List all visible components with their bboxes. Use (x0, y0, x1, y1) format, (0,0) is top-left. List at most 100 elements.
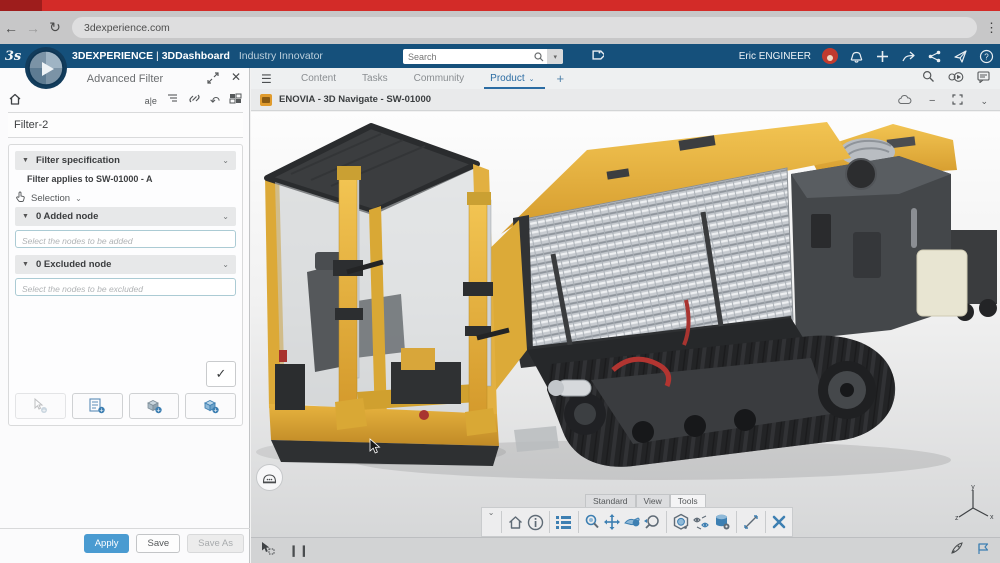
chevron-down-icon: ⌄ (75, 194, 82, 203)
3dcompass-icon[interactable] (24, 46, 68, 90)
data-settings-icon[interactable] (713, 510, 731, 534)
expand-panel-icon[interactable] (207, 71, 219, 89)
viewer-tab-standard[interactable]: Standard (585, 494, 636, 507)
user-avatar[interactable] (822, 48, 838, 64)
layout-grid-icon[interactable] (229, 92, 242, 110)
search-scope-dropdown-icon[interactable]: ▾ (547, 49, 563, 64)
svg-text:+: + (213, 407, 217, 414)
home-icon[interactable] (8, 92, 22, 111)
svg-text:+: + (100, 407, 104, 414)
apply-button[interactable]: Apply (84, 534, 130, 553)
validate-filter-button[interactable]: ✓ (206, 361, 236, 387)
3d-viewport[interactable]: Standard View Tools ⌄ (251, 112, 1000, 537)
viewer-tab-view[interactable]: View (636, 494, 670, 507)
search-input[interactable] (403, 52, 530, 62)
chat-icon[interactable] (977, 70, 990, 88)
add-tab-icon[interactable]: + (557, 71, 565, 86)
added-node-input[interactable] (16, 233, 235, 249)
caret-down-icon: ▼ (22, 213, 29, 220)
help-icon[interactable]: ? (979, 49, 994, 64)
fullscreen-widget-icon[interactable] (952, 92, 963, 110)
link-icon[interactable] (188, 92, 201, 110)
measure-icon[interactable] (742, 510, 760, 534)
zoom-icon[interactable] (583, 510, 601, 534)
global-search[interactable]: ▾ (403, 49, 563, 64)
excluded-node-field (15, 278, 236, 296)
rename-icon[interactable]: a|e (145, 96, 157, 106)
filter-name-input[interactable] (8, 119, 243, 131)
pick-component-add-button[interactable]: + (129, 393, 180, 419)
save-button[interactable]: Save (136, 534, 180, 553)
share-nodes-icon[interactable] (927, 49, 942, 64)
add-content-icon[interactable] (875, 49, 890, 64)
tag-icon[interactable] (590, 48, 604, 67)
minimize-widget-icon[interactable]: − (929, 95, 935, 107)
home-view-icon[interactable] (507, 510, 525, 534)
selection-label: Selection (31, 193, 70, 204)
cloud-status-icon (898, 92, 912, 110)
pick-from-list-add-button[interactable]: + (72, 393, 123, 419)
rocket-icon[interactable] (950, 542, 963, 560)
filter-spec-section-header[interactable]: ▼ Filter specification ⌄ (15, 151, 236, 170)
widget-menu-chevron-icon[interactable]: ⌄ (980, 96, 988, 107)
select-mode-icon[interactable] (261, 541, 275, 560)
pick-cursor-add-button[interactable]: + (15, 393, 66, 419)
robot-assistant-button[interactable] (256, 464, 283, 491)
3ds-logo: 3s (0, 49, 26, 64)
viewer-toolbar-tabs: Standard View Tools (585, 494, 706, 507)
launcher-plane-icon[interactable] (953, 49, 968, 64)
search-icon[interactable] (530, 49, 547, 64)
model-tree-icon[interactable] (555, 510, 573, 534)
browser-menu-icon[interactable]: ⋮ (985, 20, 997, 36)
fly-mode-icon[interactable] (623, 510, 641, 534)
address-bar[interactable]: 3dexperience.com (72, 17, 977, 38)
tab-product[interactable]: Product ⌄ (490, 68, 534, 89)
selection-dropdown[interactable]: Selection ⌄ (15, 189, 82, 207)
flag-icon[interactable] (977, 542, 990, 560)
save-as-button[interactable]: Save As (187, 534, 244, 553)
browser-forward-icon[interactable]: → (22, 20, 44, 36)
media-play-icon[interactable] (948, 70, 964, 88)
caret-down-icon: ▼ (22, 261, 29, 268)
zoom-area-icon[interactable] (643, 510, 661, 534)
tab-bar-tools (922, 70, 990, 88)
panel-toolbar: a|e ↶ (0, 90, 250, 112)
filter-name-field[interactable] (8, 112, 243, 138)
widget-header: ENOVIA - 3D Navigate - SW-01000 (251, 89, 1000, 111)
tab-content[interactable]: Content (301, 68, 336, 89)
toolbar-collapse-icon[interactable]: ⌄ (486, 508, 496, 517)
chevron-down-icon[interactable]: ⌄ (222, 212, 229, 221)
search-page-icon[interactable] (922, 70, 935, 88)
viewer-tab-tools[interactable]: Tools (670, 494, 706, 507)
close-toolbar-icon[interactable] (770, 510, 788, 534)
tab-product-label: Product (490, 73, 524, 84)
chevron-down-icon[interactable]: ⌄ (529, 75, 535, 83)
hamburger-menu-icon[interactable]: ☰ (261, 74, 275, 84)
browser-reload-icon[interactable]: ↻ (44, 19, 66, 36)
excluded-node-label: 0 Excluded node (36, 259, 222, 270)
user-name[interactable]: Eric ENGINEER (739, 51, 811, 62)
undo-icon[interactable]: ↶ (210, 95, 220, 107)
info-icon[interactable] (527, 510, 545, 534)
brand-secondary: 3DDashboard (162, 50, 230, 62)
excluded-node-input[interactable] (16, 281, 235, 297)
excluded-node-section-header[interactable]: ▼ 0 Excluded node ⌄ (15, 255, 236, 274)
notifications-icon[interactable] (849, 49, 864, 64)
added-node-section-header[interactable]: ▼ 0 Added node ⌄ (15, 207, 236, 226)
chevron-down-icon[interactable]: ⌄ (222, 156, 229, 165)
compare-views-icon[interactable] (692, 510, 711, 534)
close-panel-icon[interactable]: ✕ (231, 71, 241, 89)
axis-z-label: z (955, 515, 959, 522)
render-style-icon[interactable] (672, 510, 690, 534)
pick-product-add-button[interactable]: + (185, 393, 236, 419)
tab-community[interactable]: Community (414, 68, 465, 89)
share-arrow-icon[interactable] (901, 49, 916, 64)
brand-primary: 3DEXPERIENCE (72, 50, 153, 62)
chevron-down-icon[interactable]: ⌄ (222, 260, 229, 269)
tab-tasks[interactable]: Tasks (362, 68, 388, 89)
pan-icon[interactable] (603, 510, 621, 534)
filter-list-icon[interactable] (166, 92, 179, 110)
filter-specification-card: ▼ Filter specification ⌄ Filter applies … (8, 144, 243, 426)
pause-icon[interactable]: ❙❙ (289, 544, 309, 557)
browser-back-icon[interactable]: ← (0, 20, 22, 36)
